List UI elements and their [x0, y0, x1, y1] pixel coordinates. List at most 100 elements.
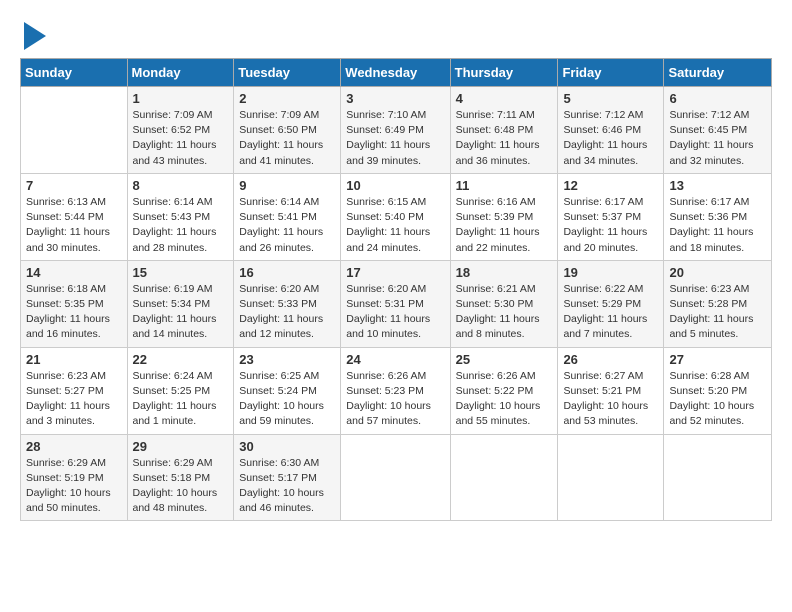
day-info: Sunrise: 7:09 AMSunset: 6:50 PMDaylight:… [239, 108, 335, 169]
day-number: 4 [456, 91, 553, 106]
day-number: 10 [346, 178, 444, 193]
calendar-cell [558, 434, 664, 521]
logo-arrow-icon [24, 22, 46, 50]
day-number: 6 [669, 91, 766, 106]
day-info: Sunrise: 6:17 AMSunset: 5:37 PMDaylight:… [563, 195, 658, 256]
day-number: 26 [563, 352, 658, 367]
calendar-cell: 8 Sunrise: 6:14 AMSunset: 5:43 PMDaylight… [127, 173, 234, 260]
header-tuesday: Tuesday [234, 59, 341, 87]
day-number: 27 [669, 352, 766, 367]
calendar-cell: 25 Sunrise: 6:26 AMSunset: 5:22 PMDayligh… [450, 347, 558, 434]
day-number: 21 [26, 352, 122, 367]
day-number: 17 [346, 265, 444, 280]
calendar-cell: 5 Sunrise: 7:12 AMSunset: 6:46 PMDaylight… [558, 87, 664, 174]
day-number: 18 [456, 265, 553, 280]
day-info: Sunrise: 6:29 AMSunset: 5:19 PMDaylight:… [26, 456, 122, 517]
day-info: Sunrise: 6:20 AMSunset: 5:33 PMDaylight:… [239, 282, 335, 343]
calendar-cell: 7 Sunrise: 6:13 AMSunset: 5:44 PMDaylight… [21, 173, 128, 260]
day-number: 22 [133, 352, 229, 367]
day-info: Sunrise: 6:29 AMSunset: 5:18 PMDaylight:… [133, 456, 229, 517]
calendar-cell [21, 87, 128, 174]
calendar-cell [664, 434, 772, 521]
calendar-cell: 17 Sunrise: 6:20 AMSunset: 5:31 PMDayligh… [341, 260, 450, 347]
day-number: 30 [239, 439, 335, 454]
calendar-cell: 30 Sunrise: 6:30 AMSunset: 5:17 PMDayligh… [234, 434, 341, 521]
header-row: SundayMondayTuesdayWednesdayThursdayFrid… [21, 59, 772, 87]
day-number: 1 [133, 91, 229, 106]
calendar-cell: 13 Sunrise: 6:17 AMSunset: 5:36 PMDayligh… [664, 173, 772, 260]
day-number: 25 [456, 352, 553, 367]
day-info: Sunrise: 6:26 AMSunset: 5:22 PMDaylight:… [456, 369, 553, 430]
header-friday: Friday [558, 59, 664, 87]
day-number: 12 [563, 178, 658, 193]
day-number: 7 [26, 178, 122, 193]
calendar-cell: 21 Sunrise: 6:23 AMSunset: 5:27 PMDayligh… [21, 347, 128, 434]
day-number: 23 [239, 352, 335, 367]
calendar-cell: 2Sunrise: 7:09 AMSunset: 6:50 PMDaylight… [234, 87, 341, 174]
calendar-cell: 23 Sunrise: 6:25 AMSunset: 5:24 PMDayligh… [234, 347, 341, 434]
calendar-cell: 22 Sunrise: 6:24 AMSunset: 5:25 PMDayligh… [127, 347, 234, 434]
header-sunday: Sunday [21, 59, 128, 87]
day-info: Sunrise: 7:10 AMSunset: 6:49 PMDaylight:… [346, 108, 444, 169]
header-wednesday: Wednesday [341, 59, 450, 87]
day-info: Sunrise: 6:13 AMSunset: 5:44 PMDaylight:… [26, 195, 122, 256]
day-number: 9 [239, 178, 335, 193]
header-saturday: Saturday [664, 59, 772, 87]
day-number: 28 [26, 439, 122, 454]
week-row-2: 7 Sunrise: 6:13 AMSunset: 5:44 PMDaylight… [21, 173, 772, 260]
day-number: 11 [456, 178, 553, 193]
header-monday: Monday [127, 59, 234, 87]
day-info: Sunrise: 6:21 AMSunset: 5:30 PMDaylight:… [456, 282, 553, 343]
calendar-cell: 19 Sunrise: 6:22 AMSunset: 5:29 PMDayligh… [558, 260, 664, 347]
calendar-table: SundayMondayTuesdayWednesdayThursdayFrid… [20, 58, 772, 521]
calendar-cell: 28 Sunrise: 6:29 AMSunset: 5:19 PMDayligh… [21, 434, 128, 521]
day-number: 24 [346, 352, 444, 367]
calendar-cell: 12 Sunrise: 6:17 AMSunset: 5:37 PMDayligh… [558, 173, 664, 260]
calendar-cell: 6Sunrise: 7:12 AMSunset: 6:45 PMDaylight… [664, 87, 772, 174]
day-info: Sunrise: 6:16 AMSunset: 5:39 PMDaylight:… [456, 195, 553, 256]
day-number: 8 [133, 178, 229, 193]
day-info: Sunrise: 6:18 AMSunset: 5:35 PMDaylight:… [26, 282, 122, 343]
day-info: Sunrise: 7:09 AMSunset: 6:52 PMDaylight:… [133, 108, 229, 169]
day-info: Sunrise: 7:11 AMSunset: 6:48 PMDaylight:… [456, 108, 553, 169]
calendar-cell: 10 Sunrise: 6:15 AMSunset: 5:40 PMDayligh… [341, 173, 450, 260]
day-number: 3 [346, 91, 444, 106]
day-info: Sunrise: 6:19 AMSunset: 5:34 PMDaylight:… [133, 282, 229, 343]
calendar-cell: 26 Sunrise: 6:27 AMSunset: 5:21 PMDayligh… [558, 347, 664, 434]
calendar-cell [450, 434, 558, 521]
day-info: Sunrise: 6:25 AMSunset: 5:24 PMDaylight:… [239, 369, 335, 430]
day-number: 19 [563, 265, 658, 280]
calendar-cell: 1 Sunrise: 7:09 AMSunset: 6:52 PMDaylight… [127, 87, 234, 174]
calendar-cell: 9Sunrise: 6:14 AMSunset: 5:41 PMDaylight… [234, 173, 341, 260]
calendar-cell: 27Sunrise: 6:28 AMSunset: 5:20 PMDayligh… [664, 347, 772, 434]
week-row-5: 28 Sunrise: 6:29 AMSunset: 5:19 PMDayligh… [21, 434, 772, 521]
day-number: 15 [133, 265, 229, 280]
day-info: Sunrise: 7:12 AMSunset: 6:46 PMDaylight:… [563, 108, 658, 169]
day-info: Sunrise: 6:27 AMSunset: 5:21 PMDaylight:… [563, 369, 658, 430]
day-info: Sunrise: 6:14 AMSunset: 5:43 PMDaylight:… [133, 195, 229, 256]
day-number: 29 [133, 439, 229, 454]
calendar-cell: 29 Sunrise: 6:29 AMSunset: 5:18 PMDayligh… [127, 434, 234, 521]
calendar-cell: 24Sunrise: 6:26 AMSunset: 5:23 PMDayligh… [341, 347, 450, 434]
day-info: Sunrise: 6:20 AMSunset: 5:31 PMDaylight:… [346, 282, 444, 343]
day-number: 5 [563, 91, 658, 106]
day-number: 13 [669, 178, 766, 193]
week-row-3: 14 Sunrise: 6:18 AMSunset: 5:35 PMDayligh… [21, 260, 772, 347]
day-number: 14 [26, 265, 122, 280]
calendar-header: SundayMondayTuesdayWednesdayThursdayFrid… [21, 59, 772, 87]
calendar-cell: 16Sunrise: 6:20 AMSunset: 5:33 PMDayligh… [234, 260, 341, 347]
calendar-cell: 20Sunrise: 6:23 AMSunset: 5:28 PMDayligh… [664, 260, 772, 347]
day-info: Sunrise: 6:23 AMSunset: 5:27 PMDaylight:… [26, 369, 122, 430]
calendar-cell: 4 Sunrise: 7:11 AMSunset: 6:48 PMDaylight… [450, 87, 558, 174]
day-info: Sunrise: 6:24 AMSunset: 5:25 PMDaylight:… [133, 369, 229, 430]
day-info: Sunrise: 6:15 AMSunset: 5:40 PMDaylight:… [346, 195, 444, 256]
calendar-cell: 18 Sunrise: 6:21 AMSunset: 5:30 PMDayligh… [450, 260, 558, 347]
page-header [20, 20, 772, 50]
calendar-cell [341, 434, 450, 521]
day-info: Sunrise: 6:22 AMSunset: 5:29 PMDaylight:… [563, 282, 658, 343]
logo [20, 20, 46, 50]
calendar-body: 1 Sunrise: 7:09 AMSunset: 6:52 PMDaylight… [21, 87, 772, 521]
day-info: Sunrise: 6:30 AMSunset: 5:17 PMDaylight:… [239, 456, 335, 517]
day-info: Sunrise: 6:17 AMSunset: 5:36 PMDaylight:… [669, 195, 766, 256]
week-row-4: 21 Sunrise: 6:23 AMSunset: 5:27 PMDayligh… [21, 347, 772, 434]
